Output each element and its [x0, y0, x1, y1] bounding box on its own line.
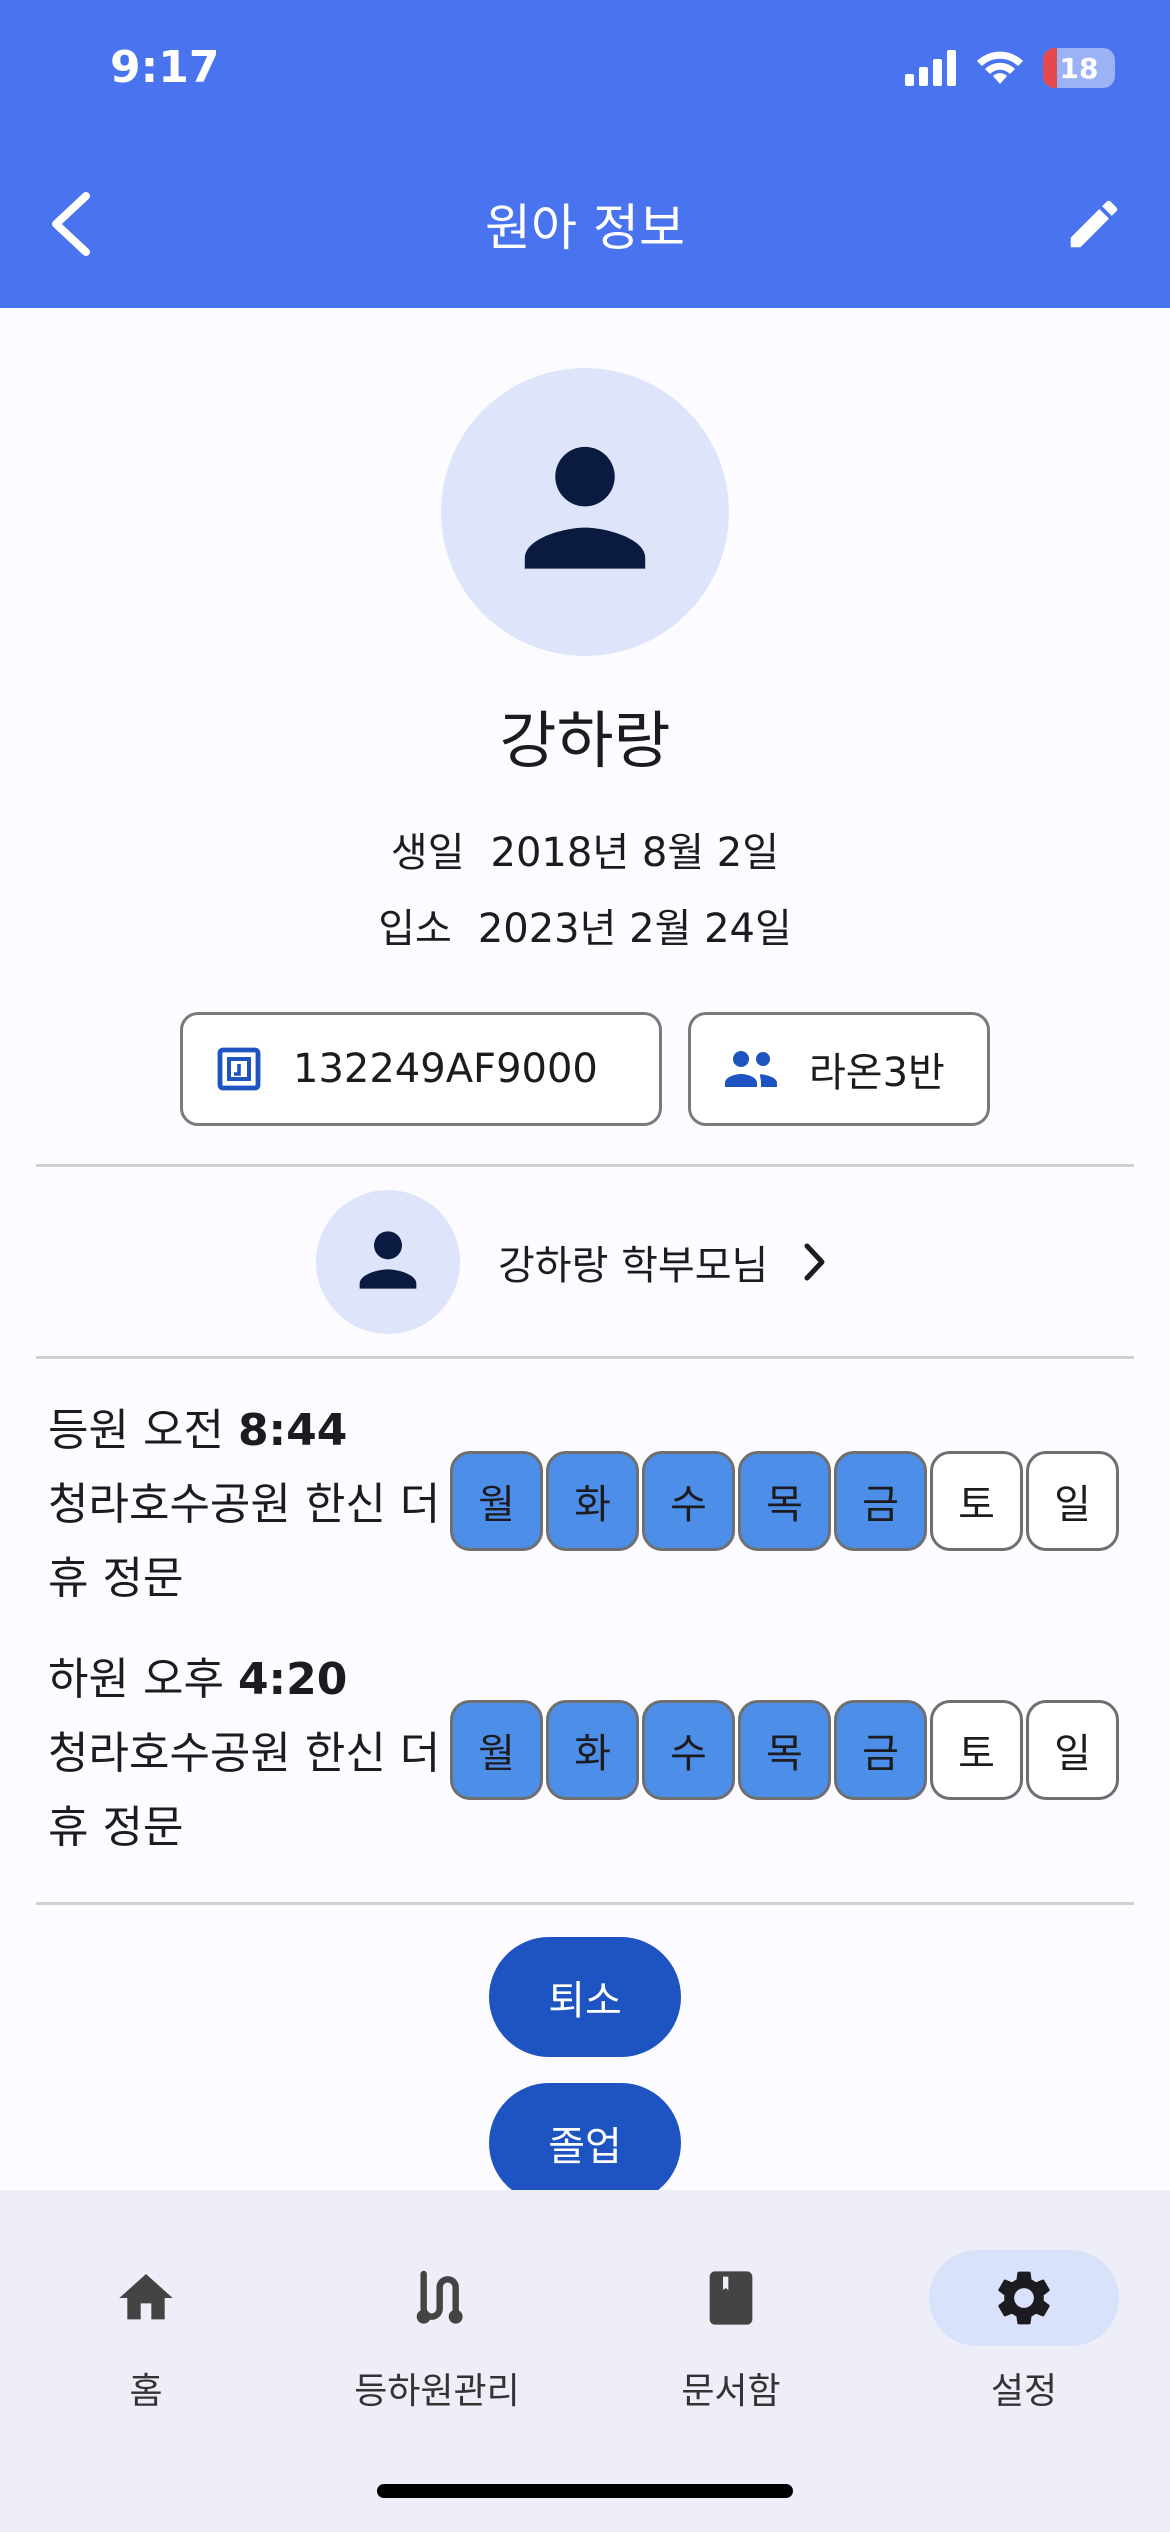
parent-row[interactable]: 강하랑 학부모님 [316, 1190, 828, 1334]
nav-item-attendance[interactable]: 등하원관리 [307, 2250, 567, 2414]
dropoff-days: 월 화 수 목 금 토 일 [450, 1451, 1119, 1551]
nav-label-attendance: 등하원관리 [354, 2371, 520, 2412]
group-icon [725, 1051, 777, 1087]
day-toggle-sat[interactable]: 토 [930, 1700, 1023, 1800]
home-indicator [377, 2484, 793, 2498]
gear-icon [998, 2271, 1050, 2325]
enroll-value: 2023년 2월 24일 [477, 906, 792, 952]
page-title: 원아 정보 [485, 199, 685, 257]
dropoff-info: 등원 오전 8:44 청라호수공원 한신 더휴 정문 [48, 1394, 448, 1616]
day-toggle-fri[interactable]: 금 [834, 1451, 927, 1551]
divider [36, 1356, 1134, 1359]
signal-icon [905, 50, 956, 86]
birthday-value: 2018년 8월 2일 [490, 830, 780, 876]
day-toggle-wed[interactable]: 수 [642, 1700, 735, 1800]
child-name: 강하랑 [499, 704, 671, 777]
leave-button[interactable]: 퇴소 [489, 1937, 681, 2057]
person-icon [524, 446, 646, 569]
day-toggle-wed[interactable]: 수 [642, 1451, 735, 1551]
day-toggle-sat[interactable]: 토 [930, 1451, 1023, 1551]
tag-id-text: 132249AF9000 [293, 1046, 598, 1092]
day-toggle-sun[interactable]: 일 [1026, 1700, 1119, 1800]
book-icon [709, 2271, 753, 2325]
parent-avatar [316, 1190, 460, 1334]
day-toggle-thu[interactable]: 목 [738, 1700, 831, 1800]
nfc-tag-icon [217, 1047, 261, 1091]
day-toggle-sun[interactable]: 일 [1026, 1451, 1119, 1551]
pickup-location: 청라호수공원 한신 더휴 정문 [48, 1728, 441, 1853]
edit-button[interactable] [1058, 188, 1130, 260]
class-name-text: 라온3반 [809, 1050, 945, 1096]
day-toggle-tue[interactable]: 화 [546, 1700, 639, 1800]
day-toggle-mon[interactable]: 월 [450, 1700, 543, 1800]
day-toggle-tue[interactable]: 화 [546, 1451, 639, 1551]
status-icons: 18 [905, 48, 1115, 88]
day-toggle-fri[interactable]: 금 [834, 1700, 927, 1800]
dropoff-location: 청라호수공원 한신 더휴 정문 [48, 1479, 441, 1604]
bottom-nav: 홈 등하원관리 문서함 설정 [0, 2190, 1170, 2532]
day-toggle-thu[interactable]: 목 [738, 1451, 831, 1551]
parent-name: 강하랑 학부모님 [498, 1243, 769, 1289]
route-icon [416, 2270, 463, 2324]
divider [36, 1164, 1134, 1167]
tag-id-chip[interactable]: 132249AF9000 [180, 1012, 662, 1126]
nav-item-documents[interactable]: 문서함 [601, 2250, 861, 2414]
nav-label-documents: 문서함 [681, 2371, 781, 2412]
chevron-right-icon [804, 1243, 825, 1281]
pickup-days: 월 화 수 목 금 토 일 [450, 1700, 1119, 1800]
pickup-info: 하원 오후 4:20 청라호수공원 한신 더휴 정문 [48, 1643, 448, 1865]
child-avatar [441, 368, 729, 656]
birthday-row: 생일 2018년 8월 2일 [0, 820, 1170, 878]
divider [36, 1902, 1134, 1905]
pencil-icon [1070, 200, 1118, 248]
pickup-time: 4:20 [237, 1654, 348, 1705]
nav-label-home: 홈 [129, 2371, 163, 2412]
day-toggle-mon[interactable]: 월 [450, 1451, 543, 1551]
dropoff-type: 등원 [48, 1405, 129, 1456]
battery-indicator: 18 [1043, 48, 1115, 88]
pickup-type: 하원 [48, 1654, 129, 1705]
nav-label-settings: 설정 [990, 2371, 1058, 2412]
nav-item-home[interactable]: 홈 [16, 2250, 276, 2414]
birthday-label: 생일 [390, 830, 465, 876]
graduate-button[interactable]: 졸업 [489, 2083, 681, 2203]
home-icon [119, 2274, 173, 2320]
class-chip[interactable]: 라온3반 [688, 1012, 990, 1126]
pickup-period: 오후 [142, 1654, 224, 1705]
wifi-icon [977, 51, 1023, 84]
enroll-row: 입소 2023년 2월 24일 [0, 896, 1170, 954]
dropoff-time: 8:44 [237, 1405, 348, 1456]
dropoff-period: 오전 [142, 1405, 224, 1456]
app-bar: 9:17 18 원아 정보 [0, 0, 1170, 308]
nav-item-settings[interactable]: 설정 [894, 2250, 1154, 2414]
enroll-label: 입소 [378, 906, 452, 952]
person-icon [359, 1231, 417, 1289]
status-time: 9:17 [110, 42, 220, 93]
